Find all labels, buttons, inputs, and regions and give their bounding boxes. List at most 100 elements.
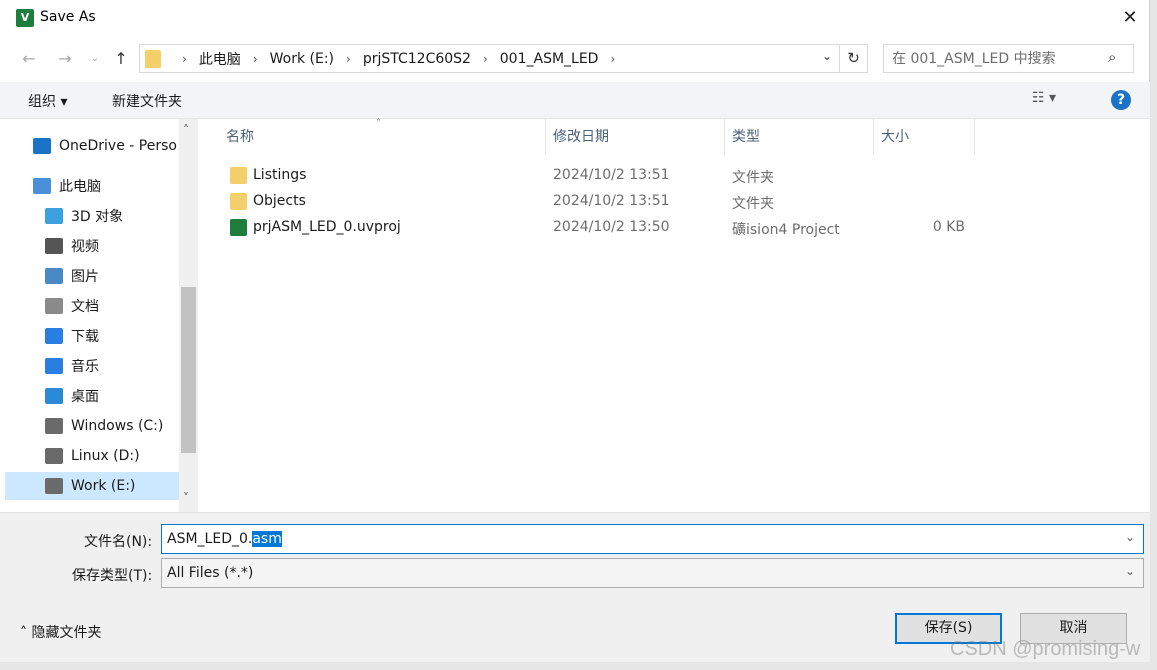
nav-item-label: 音乐: [71, 359, 99, 375]
title-bar: V Save As ✕: [0, 0, 1150, 36]
column-header-size[interactable]: 大小: [873, 119, 975, 155]
search-icon[interactable]: ⌕: [1108, 48, 1116, 66]
chevron-up-icon: ˄: [20, 625, 32, 641]
file-name: prjASM_LED_0.uvproj: [253, 219, 401, 235]
file-size: 0 KB: [932, 219, 965, 235]
chevron-right-icon[interactable]: ›: [483, 52, 488, 66]
desktop-icon: [45, 388, 63, 404]
chevron-down-icon[interactable]: ⌄: [822, 49, 832, 63]
nav-item[interactable]: OneDrive - Perso: [5, 132, 179, 160]
nav-item-label: Work (E:): [71, 478, 136, 494]
nav-item[interactable]: 视频: [5, 232, 179, 260]
breadcrumb-item[interactable]: Work (E:): [270, 51, 334, 67]
nav-item-label: 视频: [71, 239, 99, 255]
filename-field[interactable]: ASM_LED_0.asm ⌄: [161, 524, 1144, 554]
folder-icon: [230, 167, 247, 184]
up-arrow-icon[interactable]: ↑: [110, 46, 132, 72]
cloud-icon: [33, 138, 51, 154]
chevron-right-icon[interactable]: ›: [182, 52, 187, 66]
file-name: Listings: [253, 167, 307, 183]
nav-item[interactable]: 此电脑: [5, 172, 179, 200]
organize-menu[interactable]: 组织 ▾: [28, 91, 67, 111]
scroll-up-icon[interactable]: ˄: [183, 123, 189, 137]
nav-item-label: 下载: [71, 329, 99, 345]
uvision-icon: [230, 219, 247, 236]
breadcrumb-item[interactable]: 此电脑: [199, 49, 241, 69]
chevron-right-icon[interactable]: ›: [253, 52, 258, 66]
refresh-icon[interactable]: ↻: [840, 44, 868, 73]
file-date: 2024/10/2 13:51: [553, 193, 670, 209]
computer-icon: [33, 178, 51, 194]
nav-item-label: 此电脑: [59, 179, 101, 195]
background-strip: [1150, 0, 1157, 670]
nav-item-label: 图片: [71, 269, 99, 285]
picture-icon: [45, 268, 63, 284]
chevron-right-icon[interactable]: ›: [610, 52, 615, 66]
nav-item[interactable]: Windows (C:): [5, 412, 179, 440]
nav-item-label: Windows (C:): [71, 418, 164, 434]
file-type: 礦ision4 Project: [732, 222, 840, 238]
hide-folders-label: 隐藏文件夹: [31, 625, 102, 641]
nav-item[interactable]: 下载: [5, 322, 179, 350]
nav-item[interactable]: Linux (D:): [5, 442, 179, 470]
filename-base: ASM_LED_0.: [167, 531, 253, 547]
drive-icon: [45, 418, 63, 434]
scroll-down-icon[interactable]: ˅: [183, 491, 189, 505]
help-icon[interactable]: ?: [1111, 90, 1131, 110]
column-header-name[interactable]: 名称: [218, 119, 546, 155]
nav-item[interactable]: Work (E:): [5, 472, 179, 500]
file-row[interactable]: Objects 2024/10/2 13:51 文件夹: [220, 189, 980, 215]
music-icon: [45, 358, 63, 374]
search-box[interactable]: ⌕: [883, 44, 1134, 73]
breadcrumb: › 此电脑 › Work (E:) › prjSTC12C60S2 › 001_…: [170, 45, 627, 72]
nav-item[interactable]: 3D 对象: [5, 202, 179, 230]
file-name: Objects: [253, 193, 306, 209]
download-icon: [45, 328, 63, 344]
chevron-down-icon[interactable]: ⌄: [1125, 530, 1135, 544]
filetype-select[interactable]: All Files (*.*) ⌄: [161, 558, 1144, 588]
nav-item[interactable]: 图片: [5, 262, 179, 290]
view-options-icon[interactable]: ☷ ▾: [1032, 90, 1056, 106]
cube-icon: [45, 208, 63, 224]
uvision-app-icon: V: [16, 9, 34, 27]
column-header-date[interactable]: 修改日期: [545, 119, 725, 155]
filetype-value: All Files (*.*): [167, 565, 254, 581]
window-title: Save As: [40, 9, 96, 25]
film-icon: [45, 238, 63, 254]
nav-item-label: 桌面: [71, 389, 99, 405]
new-folder-button[interactable]: 新建文件夹: [112, 91, 182, 111]
file-type: 文件夹: [732, 170, 774, 186]
recent-locations-chevron-icon[interactable]: ⌄: [84, 46, 106, 72]
chevron-down-icon[interactable]: ⌄: [1125, 564, 1135, 578]
scrollbar-thumb[interactable]: [181, 287, 196, 453]
nav-item-label: OneDrive - Perso: [59, 138, 177, 154]
breadcrumb-item[interactable]: 001_ASM_LED: [500, 51, 599, 67]
navigation-pane: OneDrive - Perso 此电脑 3D 对象视频图片文档下载音乐桌面 Wind…: [5, 119, 198, 512]
filetype-label: 保存类型(T):: [72, 568, 153, 584]
chevron-right-icon[interactable]: ›: [346, 52, 351, 66]
search-input[interactable]: [892, 49, 1102, 69]
command-bar: 组织 ▾ 新建文件夹 ☷ ▾ ?: [0, 82, 1150, 119]
nav-item[interactable]: 桌面: [5, 382, 179, 410]
close-button[interactable]: ✕: [1110, 2, 1150, 34]
document-icon: [45, 298, 63, 314]
address-bar[interactable]: › 此电脑 › Work (E:) › prjSTC12C60S2 › 001_…: [139, 44, 840, 73]
watermark-text: CSDN @promising-w: [950, 638, 1141, 660]
hide-folders-toggle[interactable]: ˄ 隐藏文件夹: [20, 622, 101, 642]
breadcrumb-item[interactable]: prjSTC12C60S2: [363, 51, 471, 67]
filename-selected-extension: asm: [252, 531, 282, 547]
file-date: 2024/10/2 13:50: [553, 219, 670, 235]
folder-icon: [230, 193, 247, 210]
file-row[interactable]: prjASM_LED_0.uvproj 2024/10/2 13:50 礦ision…: [220, 215, 980, 241]
column-header-type[interactable]: 类型: [724, 119, 874, 155]
save-as-dialog: V Save As ✕ ← → ⌄ ↑ › 此电脑 › Work (E:) › …: [0, 0, 1150, 662]
folder-icon: [145, 50, 161, 68]
nav-item[interactable]: 音乐: [5, 352, 179, 380]
back-arrow-icon[interactable]: ←: [18, 46, 40, 72]
nav-item[interactable]: 文档: [5, 292, 179, 320]
navigation-scrollbar[interactable]: ˄ ˅: [179, 119, 198, 512]
nav-item-label: 文档: [71, 299, 99, 315]
forward-arrow-icon[interactable]: →: [54, 46, 76, 72]
filename-input[interactable]: ASM_LED_0.asm: [167, 531, 282, 547]
file-row[interactable]: Listings 2024/10/2 13:51 文件夹: [220, 163, 980, 189]
